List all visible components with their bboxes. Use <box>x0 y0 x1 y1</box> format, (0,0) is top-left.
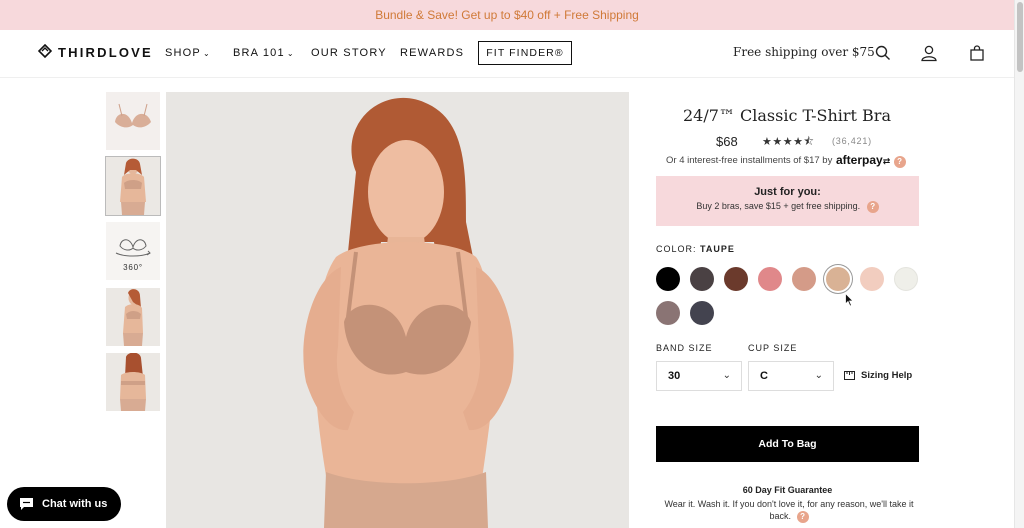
page-scrollbar[interactable] <box>1014 0 1024 528</box>
cup-size-label: CUP SIZE <box>748 343 798 353</box>
color-swatch[interactable] <box>724 267 748 291</box>
free-shipping-text: Free shipping over $75 <box>733 45 875 59</box>
promo-banner[interactable]: Bundle & Save! Get up to $40 off + Free … <box>0 0 1014 30</box>
nav-shop[interactable]: SHOP ⌄ <box>165 47 211 59</box>
site-header: THIRDLOVE SHOP ⌄ BRA 101 ⌄ OUR STORY REWAR… <box>0 30 1014 78</box>
color-swatch[interactable] <box>690 267 714 291</box>
fit-finder-button[interactable]: FIT FINDER® <box>478 41 572 65</box>
band-size-label: BAND SIZE <box>656 343 713 353</box>
nav-rewards[interactable]: REWARDS <box>400 47 464 59</box>
color-swatch[interactable] <box>656 267 680 291</box>
cup-size-value: C <box>760 370 768 382</box>
account-icon[interactable] <box>920 44 938 62</box>
afterpay-logo-icon: ⇄ <box>882 156 891 166</box>
afterpay-logo: afterpay⇄ ? <box>836 153 906 168</box>
360-view-icon: 360° <box>106 222 160 280</box>
band-size-value: 30 <box>668 370 681 382</box>
cup-size-select[interactable]: C ⌄ <box>748 361 834 391</box>
afterpay-brand: afterpay <box>836 153 883 167</box>
mouse-cursor-icon <box>845 293 854 307</box>
nav-shop-label: SHOP <box>165 47 201 59</box>
color-label-prefix: COLOR: <box>656 244 697 254</box>
rating-stars[interactable]: ★★★★⯪ <box>762 133 814 152</box>
bra-product-thumb[interactable] <box>106 92 160 150</box>
band-size-select[interactable]: 30 ⌄ <box>656 361 742 391</box>
color-label: COLOR: TAUPE <box>656 244 735 254</box>
review-count[interactable]: (36,421) <box>832 136 872 146</box>
add-to-bag-button[interactable]: Add To Bag <box>656 426 919 462</box>
logo[interactable]: THIRDLOVE <box>38 44 153 60</box>
offer-title: Just for you: <box>754 186 821 198</box>
offer-banner: Just for you: Buy 2 bras, save $15 + get… <box>656 176 919 226</box>
model-side-thumb[interactable] <box>106 288 160 346</box>
model-back-image <box>106 353 160 411</box>
bra-image <box>106 92 160 150</box>
nav-bra-101-label: BRA 101 <box>233 47 285 59</box>
chat-bubble-icon <box>20 498 33 510</box>
offer-help-icon[interactable]: ? <box>866 201 879 213</box>
model-back-thumb[interactable] <box>106 353 160 411</box>
nav-bra-101[interactable]: BRA 101 ⌄ <box>233 47 295 59</box>
nav-our-story[interactable]: OUR STORY <box>311 47 387 59</box>
offer-subtitle-text: Buy 2 bras, save $15 + get free shipping… <box>696 201 861 211</box>
chevron-down-icon: ⌄ <box>814 370 823 381</box>
chat-label: Chat with us <box>42 498 108 510</box>
product-price: $68 <box>716 134 738 149</box>
bag-icon[interactable] <box>968 44 986 62</box>
installments-text: Or 4 interest-free installments of $17 b… <box>666 155 833 166</box>
chevron-down-icon: ⌄ <box>202 49 211 58</box>
product-title: 24/7™ Classic T-Shirt Bra <box>682 106 891 125</box>
color-swatch[interactable] <box>656 301 680 325</box>
logo-text: THIRDLOVE <box>58 44 153 60</box>
chevron-down-icon: ⌄ <box>286 49 295 58</box>
chat-button[interactable]: Chat with us <box>7 487 121 521</box>
guarantee-text-body: Wear it. Wash it. If you don't love it, … <box>664 499 914 521</box>
color-swatch[interactable] <box>792 267 816 291</box>
model-side-image <box>106 288 160 346</box>
search-icon[interactable] <box>874 44 892 62</box>
guarantee-title: 60 Day Fit Guarantee <box>742 485 833 495</box>
guarantee-text: Wear it. Wash it. If you don't love it, … <box>664 498 914 523</box>
360-view-thumb[interactable]: 360° <box>106 222 160 280</box>
color-swatch[interactable] <box>894 267 918 291</box>
logo-mark-icon <box>38 44 52 59</box>
model-image <box>106 157 160 215</box>
chevron-down-icon: ⌄ <box>722 370 731 381</box>
model-wearing-bra-image <box>166 92 629 528</box>
sizing-help-label: Sizing Help <box>861 370 913 381</box>
guarantee-help-icon[interactable]: ? <box>796 511 809 523</box>
color-swatch[interactable] <box>758 267 782 291</box>
sizing-help-link[interactable]: Sizing Help <box>844 370 912 381</box>
360-label: 360° <box>123 263 143 272</box>
color-swatch[interactable] <box>860 267 884 291</box>
main-product-image[interactable] <box>166 92 629 528</box>
ruler-icon <box>844 371 855 380</box>
color-swatch[interactable] <box>826 267 850 291</box>
model-front-thumb[interactable] <box>105 156 161 216</box>
afterpay-help-icon[interactable]: ? <box>893 156 906 168</box>
color-swatch[interactable] <box>690 301 714 325</box>
color-selected-name: TAUPE <box>700 244 735 254</box>
scrollbar-thumb[interactable] <box>1017 2 1023 72</box>
offer-subtitle: Buy 2 bras, save $15 + get free shipping… <box>656 201 919 213</box>
